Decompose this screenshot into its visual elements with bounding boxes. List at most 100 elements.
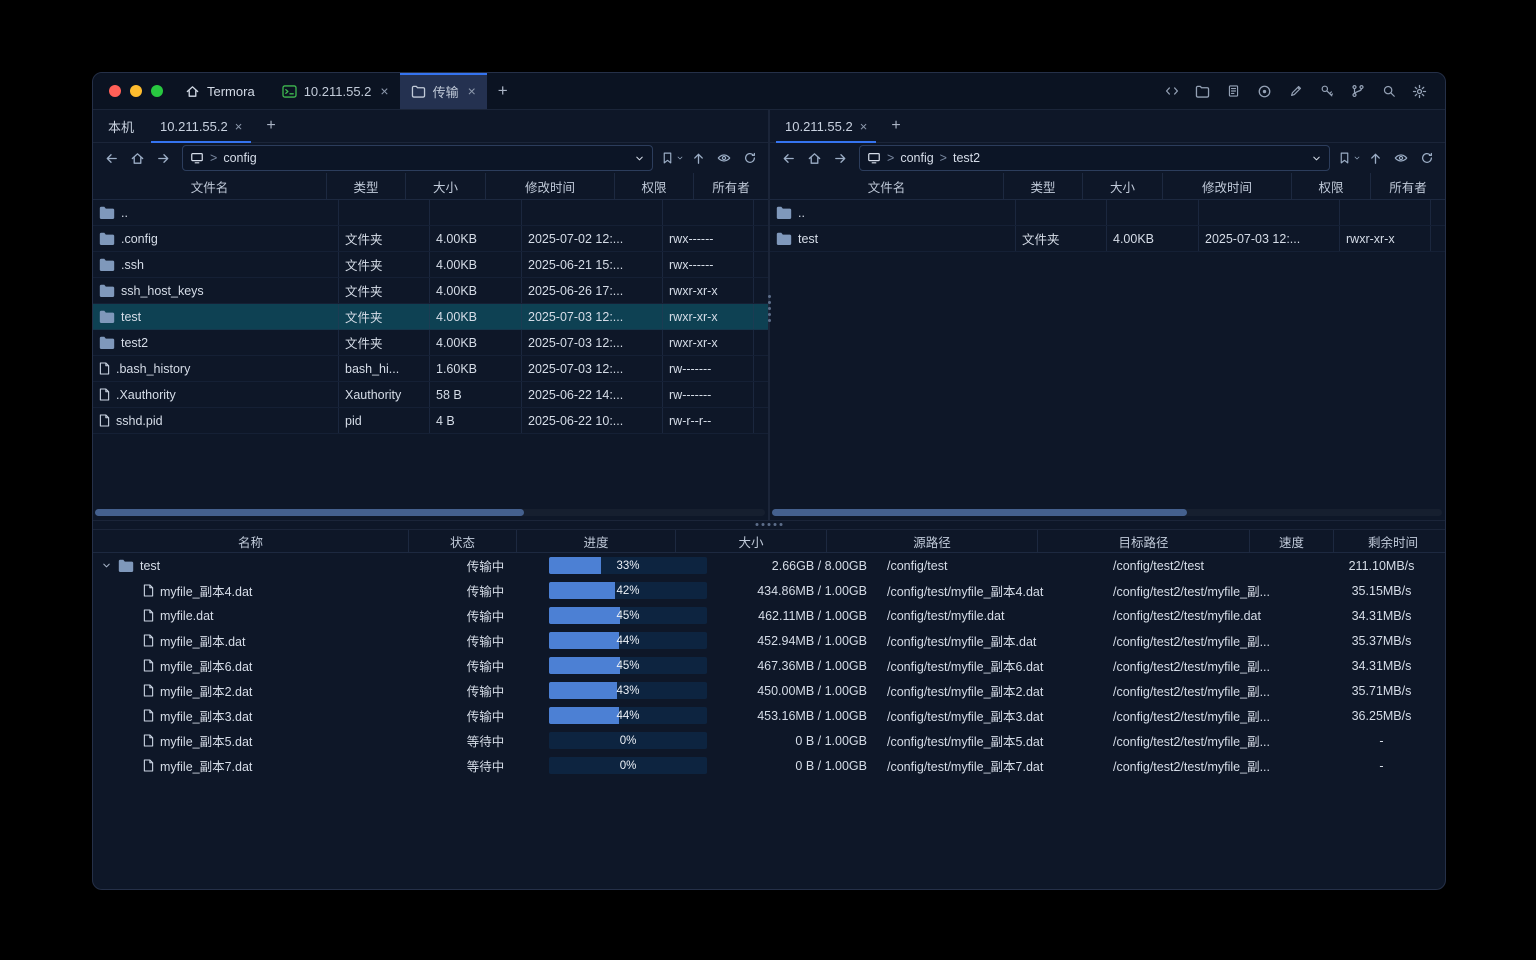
file-perm: rw-r--r-- bbox=[663, 408, 754, 433]
chevron-down-icon[interactable] bbox=[634, 153, 645, 164]
forward-button[interactable] bbox=[151, 146, 175, 170]
transfer-column-header[interactable]: 速度 bbox=[1250, 530, 1334, 552]
home-button[interactable] bbox=[802, 146, 826, 170]
column-header[interactable]: 权限 bbox=[615, 173, 694, 199]
upload-button[interactable] bbox=[686, 146, 710, 170]
transfer-column-header[interactable]: 剩余时间 bbox=[1334, 530, 1446, 552]
splitter-grip-icon[interactable] bbox=[756, 523, 783, 526]
transfer-size: 0 B / 1.00GB bbox=[709, 728, 879, 753]
transfer-row[interactable]: myfile_副本7.dat等待中0%0 B / 1.00GB/config/t… bbox=[93, 753, 1445, 778]
transfer-speed: 34.31MB/s bbox=[1332, 653, 1431, 678]
right-panel-tab-0[interactable]: 10.211.55.2 × bbox=[772, 110, 880, 142]
transfer-column-header[interactable]: 名称 bbox=[93, 530, 409, 552]
refresh-button[interactable] bbox=[738, 146, 762, 170]
transfer-column-header[interactable]: 目标路径 bbox=[1038, 530, 1250, 552]
close-tab-icon[interactable]: × bbox=[468, 83, 476, 99]
file-row[interactable]: test文件夹4.00KB2025-07-03 12:...rwxr-xr-x bbox=[770, 226, 1445, 252]
column-header[interactable]: 所有者 bbox=[694, 173, 768, 199]
file-row[interactable]: test2文件夹4.00KB2025-07-03 12:...rwxr-xr-x bbox=[93, 330, 768, 356]
file-row[interactable]: .bash_historybash_hi...1.60KB2025-07-03 … bbox=[93, 356, 768, 382]
column-header[interactable]: 所有者 bbox=[1371, 173, 1445, 199]
file-row[interactable]: test文件夹4.00KB2025-07-03 12:...rwxr-xr-x bbox=[93, 304, 768, 330]
transfer-column-header[interactable]: 进度 bbox=[517, 530, 676, 552]
transfer-column-header[interactable]: 源路径 bbox=[827, 530, 1038, 552]
record-button[interactable] bbox=[1252, 79, 1277, 104]
scrollbar-thumb[interactable] bbox=[95, 509, 524, 516]
transfer-row[interactable]: myfile_副本3.dat传输中44%453.16MB / 1.00GB/co… bbox=[93, 703, 1445, 728]
log-button[interactable] bbox=[1221, 79, 1246, 104]
zoom-window-button[interactable] bbox=[151, 85, 163, 97]
transfer-column-header[interactable]: 大小 bbox=[676, 530, 827, 552]
refresh-button[interactable] bbox=[1415, 146, 1439, 170]
column-header[interactable]: 文件名 bbox=[93, 173, 327, 199]
chevron-down-icon[interactable] bbox=[1311, 153, 1322, 164]
horizontal-scrollbar[interactable] bbox=[772, 509, 1442, 516]
transfer-row[interactable]: myfile_副本4.dat传输中42%434.86MB / 1.00GB/co… bbox=[93, 578, 1445, 603]
close-tab-icon[interactable]: × bbox=[860, 119, 868, 134]
settings-button[interactable] bbox=[1407, 79, 1432, 104]
transfer-row[interactable]: myfile.dat传输中45%462.11MB / 1.00GB/config… bbox=[93, 603, 1445, 628]
transfer-row[interactable]: myfile_副本2.dat传输中43%450.00MB / 1.00GB/co… bbox=[93, 678, 1445, 703]
home-button[interactable] bbox=[125, 146, 149, 170]
branch-button[interactable] bbox=[1345, 79, 1370, 104]
window-tab-0[interactable]: 10.211.55.2× bbox=[271, 73, 400, 109]
column-header[interactable]: 修改时间 bbox=[1163, 173, 1292, 199]
column-header[interactable]: 大小 bbox=[406, 173, 486, 199]
folder-button[interactable] bbox=[1190, 79, 1215, 104]
show-hidden-button[interactable] bbox=[712, 146, 736, 170]
right-panel-new-tab-button[interactable]: + bbox=[880, 110, 911, 142]
column-header[interactable]: 类型 bbox=[327, 173, 406, 199]
new-window-tab-button[interactable]: + bbox=[487, 73, 519, 109]
search-button[interactable] bbox=[1376, 79, 1401, 104]
back-button[interactable] bbox=[776, 146, 800, 170]
scrollbar-thumb[interactable] bbox=[772, 509, 1187, 516]
file-row[interactable]: .ssh文件夹4.00KB2025-06-21 15:...rwx------ bbox=[93, 252, 768, 278]
back-button[interactable] bbox=[99, 146, 123, 170]
progress-label: 44% bbox=[549, 632, 707, 649]
column-header[interactable]: 大小 bbox=[1083, 173, 1163, 199]
horizontal-scrollbar[interactable] bbox=[95, 509, 765, 516]
progress-bar: 0% bbox=[549, 732, 707, 749]
transfer-row[interactable]: myfile_副本6.dat传输中45%467.36MB / 1.00GB/co… bbox=[93, 653, 1445, 678]
column-header[interactable]: 权限 bbox=[1292, 173, 1371, 199]
close-window-button[interactable] bbox=[109, 85, 121, 97]
close-tab-icon[interactable]: × bbox=[380, 83, 388, 99]
path-segment[interactable]: config bbox=[223, 151, 256, 165]
forward-button[interactable] bbox=[828, 146, 852, 170]
right-path-bar[interactable]: >config>test2 bbox=[859, 145, 1330, 171]
left-panel-tab-1[interactable]: 10.211.55.2× bbox=[147, 110, 255, 142]
column-header[interactable]: 修改时间 bbox=[486, 173, 615, 199]
bookmark-button[interactable] bbox=[660, 146, 684, 170]
path-segment[interactable]: config bbox=[900, 151, 933, 165]
left-panel-tab-0[interactable]: 本机 bbox=[95, 110, 147, 142]
collapse-icon[interactable] bbox=[101, 560, 112, 571]
horizontal-splitter[interactable] bbox=[93, 521, 1445, 530]
file-row[interactable]: sshd.pidpid4 B2025-06-22 10:...rw-r--r-- bbox=[93, 408, 768, 434]
close-tab-icon[interactable]: × bbox=[235, 119, 243, 134]
path-segment[interactable]: test2 bbox=[953, 151, 980, 165]
key-button[interactable] bbox=[1314, 79, 1339, 104]
file-row[interactable]: .config文件夹4.00KB2025-07-02 12:...rwx----… bbox=[93, 226, 768, 252]
transfer-source: /config/test/myfile.dat bbox=[879, 603, 1105, 628]
bookmark-button[interactable] bbox=[1337, 146, 1361, 170]
column-header[interactable]: 类型 bbox=[1004, 173, 1083, 199]
file-row[interactable]: .XauthorityXauthority58 B2025-06-22 14:.… bbox=[93, 382, 768, 408]
edit-button[interactable] bbox=[1283, 79, 1308, 104]
tab-label: 10.211.55.2 bbox=[785, 119, 853, 134]
minimize-window-button[interactable] bbox=[130, 85, 142, 97]
transfer-row[interactable]: myfile_副本5.dat等待中0%0 B / 1.00GB/config/t… bbox=[93, 728, 1445, 753]
transfer-column-header[interactable]: 状态 bbox=[409, 530, 517, 552]
window-tab-1[interactable]: 传输× bbox=[400, 73, 487, 109]
transfer-row[interactable]: test传输中33%2.66GB / 8.00GB/config/test/co… bbox=[93, 553, 1445, 578]
code-button[interactable] bbox=[1159, 79, 1184, 104]
transfer-row[interactable]: myfile_副本.dat传输中44%452.94MB / 1.00GB/con… bbox=[93, 628, 1445, 653]
left-path-bar[interactable]: >config bbox=[182, 145, 653, 171]
file-owner bbox=[754, 382, 768, 407]
file-row[interactable]: ssh_host_keys文件夹4.00KB2025-06-26 17:...r… bbox=[93, 278, 768, 304]
file-row[interactable]: .. bbox=[770, 200, 1445, 226]
upload-button[interactable] bbox=[1363, 146, 1387, 170]
file-row[interactable]: .. bbox=[93, 200, 768, 226]
show-hidden-button[interactable] bbox=[1389, 146, 1413, 170]
column-header[interactable]: 文件名 bbox=[770, 173, 1004, 199]
left-panel-new-tab-button[interactable]: + bbox=[255, 110, 286, 142]
